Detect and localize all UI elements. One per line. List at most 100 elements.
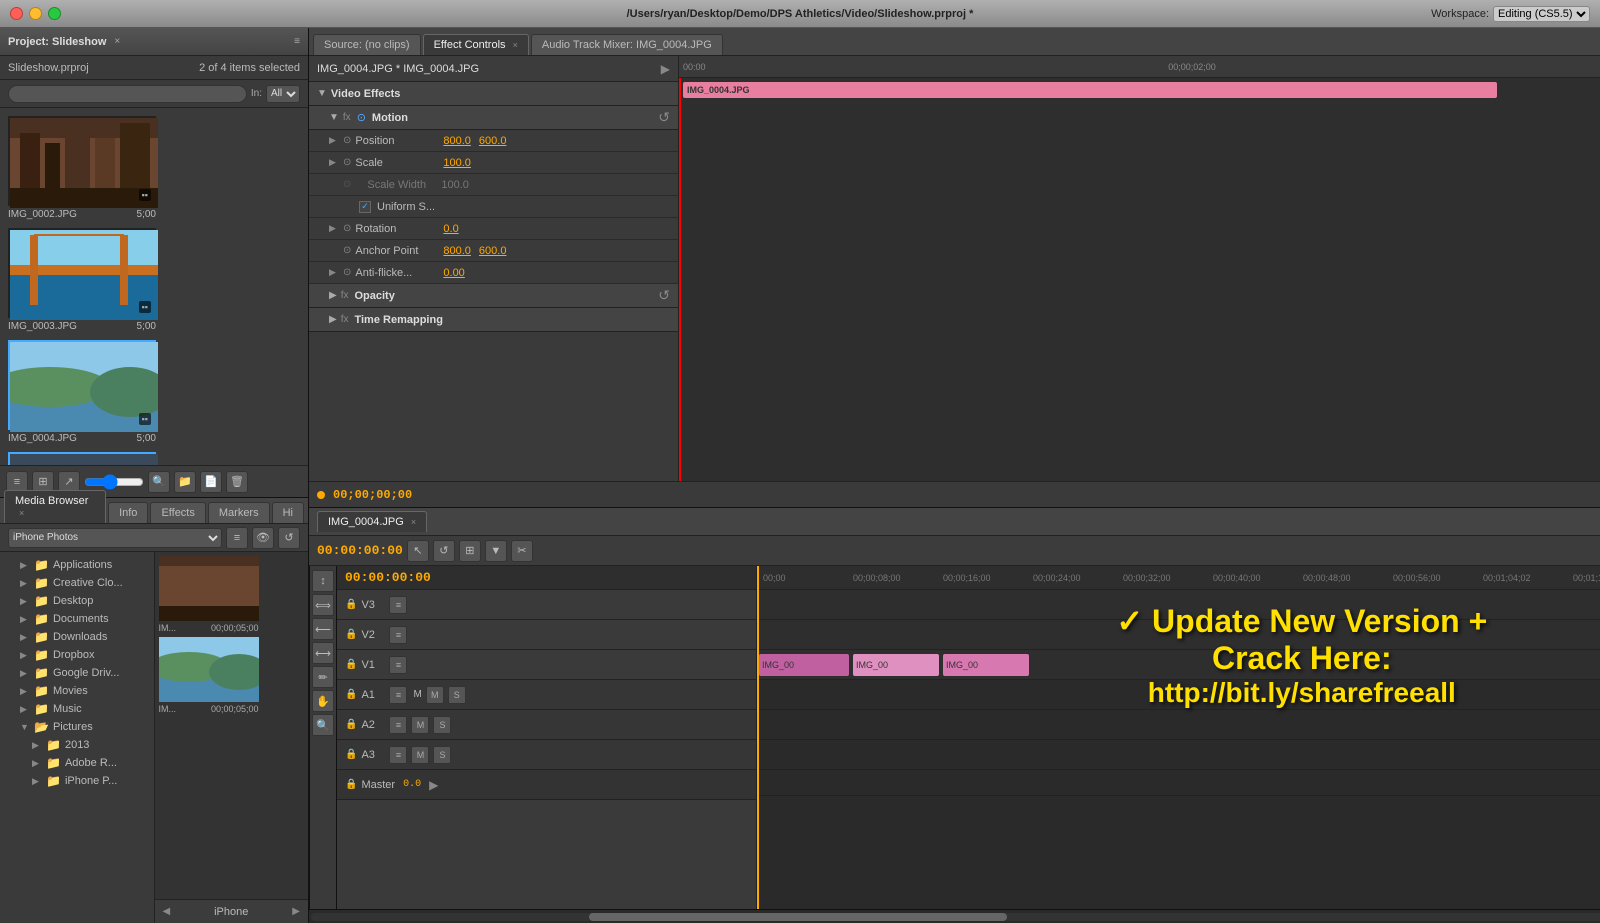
a2-sync-btn[interactable]: ≡ xyxy=(389,716,407,734)
v1-sync-btn[interactable]: ≡ xyxy=(389,656,407,674)
tool-pen[interactable]: ✏ xyxy=(312,666,334,688)
tree-item-music[interactable]: ▶ 📁 Music xyxy=(0,700,154,718)
tree-item-2013[interactable]: ▶ 📁 2013 xyxy=(0,736,154,754)
tab-audio-mixer[interactable]: Audio Track Mixer: IMG_0004.JPG xyxy=(531,34,723,55)
tool-slip[interactable]: ⟵ xyxy=(312,618,334,640)
preview-item-2[interactable]: IM... 00;00;05;00 xyxy=(159,637,259,714)
tab-effect-controls[interactable]: Effect Controls × xyxy=(423,34,529,55)
project-search-input[interactable] xyxy=(8,85,247,103)
a2-m-btn[interactable]: M xyxy=(411,716,429,734)
minimize-button[interactable] xyxy=(29,7,42,20)
folder-btn[interactable]: 📁 xyxy=(174,471,196,493)
timeline-dropdown[interactable]: ▼ xyxy=(485,540,507,562)
a2-s-btn[interactable]: S xyxy=(433,716,451,734)
tree-item-iphonep[interactable]: ▶ 📁 iPhone P... xyxy=(0,772,154,790)
a3-sync-btn[interactable]: ≡ xyxy=(389,746,407,764)
delete-btn[interactable]: 🗑 xyxy=(226,471,248,493)
tool-slide[interactable]: ⟷ xyxy=(312,642,334,664)
uniform-scale-checkbox[interactable]: ✓ xyxy=(359,201,371,213)
tool-zoom[interactable]: 🔍 xyxy=(312,714,334,736)
track-content-v3[interactable] xyxy=(757,590,1600,620)
browser-view-btn[interactable]: 👁 xyxy=(252,527,274,549)
v2-sync-btn[interactable]: ≡ xyxy=(389,626,407,644)
bottom-left-scroll-right[interactable]: ▶ xyxy=(292,906,300,917)
ec-opacity-header[interactable]: ▶ fx Opacity ↺ xyxy=(309,284,678,308)
track-content-a3[interactable]: ✓ Update New Version + Crack Here: http:… xyxy=(757,740,1600,770)
browser-filter-btn[interactable]: ≡ xyxy=(226,527,248,549)
track-content-v2[interactable] xyxy=(757,620,1600,650)
a3-s-btn[interactable]: S xyxy=(433,746,451,764)
track-content-a1[interactable] xyxy=(757,680,1600,710)
motion-reset-btn[interactable]: ↺ xyxy=(658,109,670,126)
tab-effects[interactable]: Effects xyxy=(150,502,205,523)
v1-clip-3[interactable]: IMG_00 xyxy=(943,654,1029,676)
tab-hi[interactable]: Hi xyxy=(272,502,304,523)
anti-flicker-val[interactable]: 0.00 xyxy=(443,267,464,279)
a1-sync-btn[interactable]: ≡ xyxy=(389,686,407,704)
tool-move[interactable]: ↕ xyxy=(312,570,334,592)
new-item-btn[interactable]: 📄 xyxy=(200,471,222,493)
search-btn[interactable]: 🔍 xyxy=(148,471,170,493)
maximize-button[interactable] xyxy=(48,7,61,20)
scale-val[interactable]: 100.0 xyxy=(443,157,471,169)
tree-item-downloads[interactable]: ▶ 📁 Downloads xyxy=(0,628,154,646)
tab-media-browser[interactable]: Media Browser × xyxy=(4,490,106,523)
track-content-master[interactable] xyxy=(757,770,1600,796)
thumbnail-item-0004b[interactable]: ▪▪ IMG_0004.JPG 15;00 xyxy=(8,452,156,465)
v3-sync-btn[interactable]: ≡ xyxy=(389,596,407,614)
master-arrow[interactable]: ▶ xyxy=(429,778,438,792)
ec-motion-header[interactable]: ▼ fx ⊙ Motion ↺ xyxy=(309,106,678,130)
tree-item-adober[interactable]: ▶ 📁 Adobe R... xyxy=(0,754,154,772)
zoom-slider[interactable] xyxy=(84,474,144,490)
preview-item-1[interactable]: IM... 00;00;05;00 xyxy=(159,556,259,633)
tree-item-applications[interactable]: ▶ 📁 Applications xyxy=(0,556,154,574)
project-panel-menu[interactable]: ≡ xyxy=(294,36,300,47)
track-content-v1[interactable]: IMG_00 IMG_00 IMG_00 xyxy=(757,650,1600,680)
tree-item-movies[interactable]: ▶ 📁 Movies xyxy=(0,682,154,700)
tab-markers[interactable]: Markers xyxy=(208,502,270,523)
project-in-select[interactable]: All xyxy=(266,85,300,103)
thumbnail-item-0003[interactable]: ▪▪ IMG_0003.JPG 5;00 xyxy=(8,228,156,332)
tool-ripple[interactable]: ⟺ xyxy=(312,594,334,616)
tool-hand[interactable]: ✋ xyxy=(312,690,334,712)
timeline-scrollbar[interactable] xyxy=(309,909,1600,923)
rotation-val[interactable]: 0.0 xyxy=(443,223,458,235)
close-button[interactable] xyxy=(10,7,23,20)
thumbnail-item-0004a[interactable]: ▪▪ IMG_0004.JPG 5;00 xyxy=(8,340,156,444)
anchor-x-val[interactable]: 800.0 xyxy=(443,245,471,257)
tree-item-documents[interactable]: ▶ 📁 Documents xyxy=(0,610,154,628)
v1-clip-1[interactable]: IMG_00 xyxy=(759,654,849,676)
tab-info[interactable]: Info xyxy=(108,502,148,523)
tree-item-googledrive[interactable]: ▶ 📁 Google Driv... xyxy=(0,664,154,682)
browser-refresh-btn[interactable]: ↺ xyxy=(278,527,300,549)
tree-item-desktop[interactable]: ▶ 📁 Desktop xyxy=(0,592,154,610)
ec-clip-expand[interactable]: ▶ xyxy=(661,62,670,76)
a3-m-btn[interactable]: M xyxy=(411,746,429,764)
ec-time-remapping-header[interactable]: ▶ fx Time Remapping xyxy=(309,308,678,332)
timeline-timecode[interactable]: 00:00:00:00 xyxy=(317,543,403,558)
project-panel-close[interactable]: × xyxy=(114,36,120,47)
ec-tab-close[interactable]: × xyxy=(513,40,518,50)
timeline-ripple-tool[interactable]: ↺ xyxy=(433,540,455,562)
timeline-tab-close[interactable]: × xyxy=(411,517,416,527)
opacity-reset-btn[interactable]: ↺ xyxy=(658,287,670,304)
bottom-left-scroll-left[interactable]: ◀ xyxy=(163,906,171,917)
timeline-selection-tool[interactable]: ↖ xyxy=(407,540,429,562)
tab-timeline[interactable]: IMG_0004.JPG × xyxy=(317,511,427,532)
ec-video-effects-header[interactable]: ▼ Video Effects xyxy=(309,82,678,106)
position-y-val[interactable]: 600.0 xyxy=(479,135,507,147)
timeline-razor-tool[interactable]: ✂ xyxy=(511,540,533,562)
tree-item-dropbox[interactable]: ▶ 📁 Dropbox xyxy=(0,646,154,664)
workspace-select[interactable]: Editing (CS5.5) xyxy=(1493,6,1590,22)
browser-source-select[interactable]: iPhone Photos xyxy=(8,528,222,548)
v1-clip-2[interactable]: IMG_00 xyxy=(853,654,939,676)
a1-m-btn[interactable]: M xyxy=(426,686,444,704)
media-browser-tab-close[interactable]: × xyxy=(19,508,24,518)
tree-item-pictures[interactable]: ▼ 📂 Pictures xyxy=(0,718,154,736)
track-content-a2[interactable] xyxy=(757,710,1600,740)
position-x-val[interactable]: 800.0 xyxy=(443,135,471,147)
thumbnail-item-0002[interactable]: ▪▪ IMG_0002.JPG 5;00 xyxy=(8,116,156,220)
timeline-track-select[interactable]: ⊞ xyxy=(459,540,481,562)
anchor-y-val[interactable]: 600.0 xyxy=(479,245,507,257)
tree-item-creative[interactable]: ▶ 📁 Creative Clo... xyxy=(0,574,154,592)
